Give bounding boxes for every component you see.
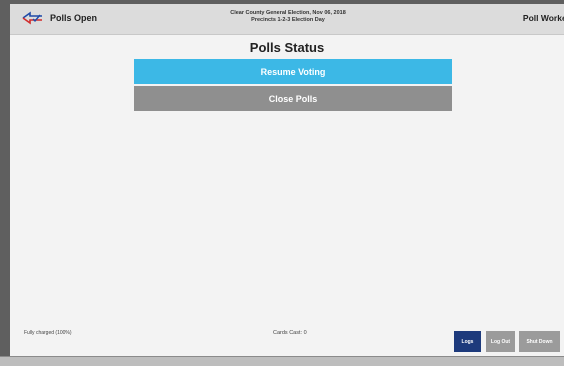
app-window: Polls Open Clear County General Election… <box>10 4 564 356</box>
role-label: Poll Worker <box>522 13 564 23</box>
logs-button[interactable]: Logs <box>454 331 481 352</box>
election-info: Clear County General Election, Nov 06, 2… <box>190 10 386 24</box>
log-out-button[interactable]: Log Out <box>486 331 515 352</box>
page-title: Polls Status <box>249 40 325 55</box>
brand: Polls Open <box>22 11 97 25</box>
header-bar: Polls Open Clear County General Election… <box>10 4 564 35</box>
battery-status: Fully charged (100%) <box>24 330 72 336</box>
polls-status-label: Polls Open <box>50 13 98 23</box>
close-polls-button[interactable]: Close Polls <box>134 86 452 111</box>
election-title: Clear County General Election, Nov 06, 2… <box>230 10 346 16</box>
cards-cast-count: Cards Cast: 0 <box>273 330 307 336</box>
resume-voting-button[interactable]: Resume Voting <box>134 59 452 84</box>
election-subtitle: Precincts 1-2-3 Election Day <box>251 17 325 23</box>
shut-down-button[interactable]: Shut Down <box>519 331 560 352</box>
flag-checkmark-icon <box>22 11 42 25</box>
